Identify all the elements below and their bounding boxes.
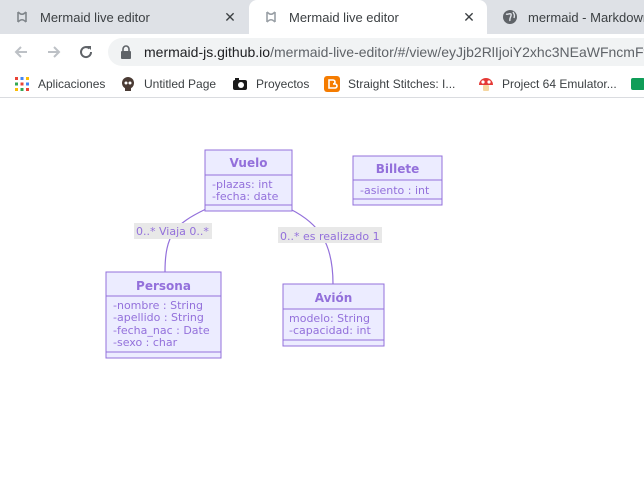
browser-toolbar: mermaid-js.github.io/mermaid-live-editor… [0,34,644,70]
class-title: Vuelo [230,156,268,170]
mermaid-icon [14,9,30,25]
skull-icon [122,77,134,91]
class-title: Billete [376,162,420,176]
mushroom-icon [479,78,493,91]
back-button[interactable] [9,40,33,64]
bookmark-untitled-page[interactable]: Untitled Page [120,74,216,94]
bookmark-label: Untitled Page [144,77,217,91]
globe-icon [502,9,518,25]
tab-title: Mermaid live editor [40,9,150,25]
relation-line-vuelo-persona [164,208,207,273]
relation-label-vuelo-persona: 0..* Viaja 0..* [136,225,209,238]
relation-label-vuelo-avion: 0..* es realizado 1 [280,230,380,243]
bookmark-straight-stitches[interactable]: Straight Stitches: I... [324,74,455,94]
sheet-icon [631,78,644,90]
blogger-icon [324,76,340,92]
class-box-persona[interactable]: Persona -nombre : String -apellido : Str… [105,271,222,359]
url-path: /mermaid-live-editor/#/view/eyJjb2RlIjoi… [270,44,644,60]
camera-icon [233,78,247,90]
class-member: -sexo : char [113,336,178,349]
tab-mermaid-1[interactable]: Mermaid live editor ✕ [0,0,248,34]
bookmark-overflow[interactable] [630,74,644,94]
close-tab-icon[interactable]: ✕ [461,9,477,25]
class-box-vuelo[interactable]: Vuelo -plazas: int -fecha: date [204,149,293,212]
class-title: Persona [136,279,191,293]
arrow-right-icon [48,46,61,58]
tab-title: Mermaid live editor [289,9,399,25]
class-title: Avión [315,291,353,305]
class-member: -apellido : String [113,311,204,324]
mermaid-icon [263,9,279,25]
class-diagram: 0..* Viaja 0..* 0..* es realizado 1 Vuel… [105,149,443,359]
bookmark-aplicaciones[interactable]: Aplicaciones [14,74,105,94]
bookmark-label: Straight Stitches: I... [348,77,456,91]
tab-mermaid-2[interactable]: Mermaid live editor ✕ [249,0,487,34]
reload-button[interactable] [74,40,98,64]
bookmark-label: Project 64 Emulator... [502,77,617,91]
class-member: -capacidad: int [289,324,372,337]
tab-title: mermaid - Markdownish [528,9,644,25]
reload-icon [80,46,93,59]
bookmark-proyectos[interactable]: Proyectos [232,74,309,94]
relation-line-vuelo-avion [289,208,334,285]
tab-strip: Mermaid live editor ✕ Mermaid live edito… [0,0,644,34]
forward-button[interactable] [42,40,66,64]
bookmark-label: Proyectos [256,77,310,91]
address-bar[interactable]: mermaid-js.github.io/mermaid-live-editor… [108,38,644,66]
url-host: mermaid-js.github.io [144,44,271,60]
bookmarks-bar: Aplicaciones Untitled Page Proyectos Str… [0,70,644,98]
tab-markdownish[interactable]: mermaid - Markdownish [488,0,644,34]
diagram-canvas: 0..* Viaja 0..* 0..* es realizado 1 Vuel… [0,99,644,485]
bookmark-project64[interactable]: Project 64 Emulator... [478,74,617,94]
lock-icon [121,45,131,59]
class-box-avion[interactable]: Avión modelo: String -capacidad: int [282,283,385,347]
class-member: -asiento : int [360,184,430,197]
close-tab-icon[interactable]: ✕ [222,9,238,25]
class-box-billete[interactable]: Billete -asiento : int [352,155,443,206]
class-member: -fecha: date [212,190,279,203]
apps-grid-icon [15,77,29,91]
arrow-left-icon [14,46,27,58]
bookmark-label: Aplicaciones [38,77,106,91]
url-text: mermaid-js.github.io/mermaid-live-editor… [144,44,644,60]
